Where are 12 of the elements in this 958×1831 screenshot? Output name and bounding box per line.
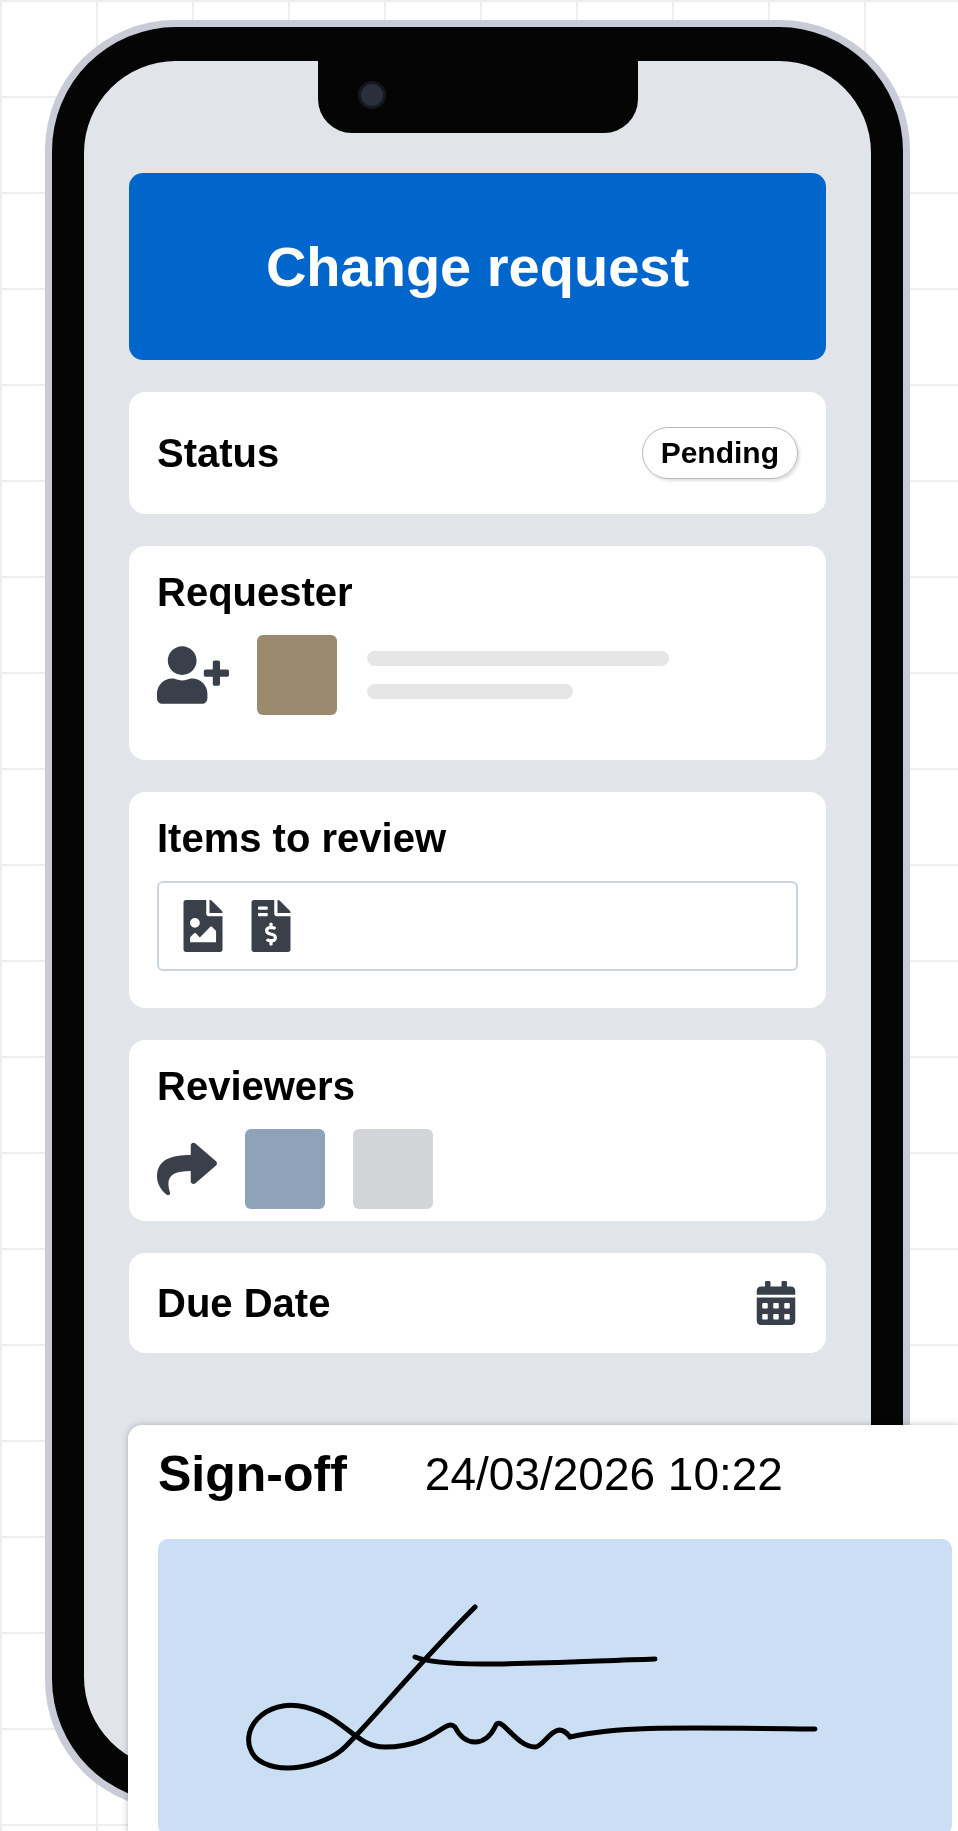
section-title: Due Date [157, 1280, 331, 1326]
sign-off-timestamp: 24/03/2026 10:22 [424, 1447, 783, 1501]
section-title: Requester [157, 570, 354, 615]
signature-pad[interactable] [158, 1539, 952, 1831]
attachments-field[interactable] [157, 881, 798, 971]
section-title: Reviewers [157, 1064, 356, 1109]
section-title: Status [157, 430, 280, 476]
page-title: Change request [265, 234, 690, 299]
calendar-icon[interactable] [754, 1281, 798, 1325]
sign-off-title: Sign-off [158, 1445, 347, 1503]
camera-icon [357, 81, 386, 109]
section-title: Items to review [157, 816, 447, 861]
